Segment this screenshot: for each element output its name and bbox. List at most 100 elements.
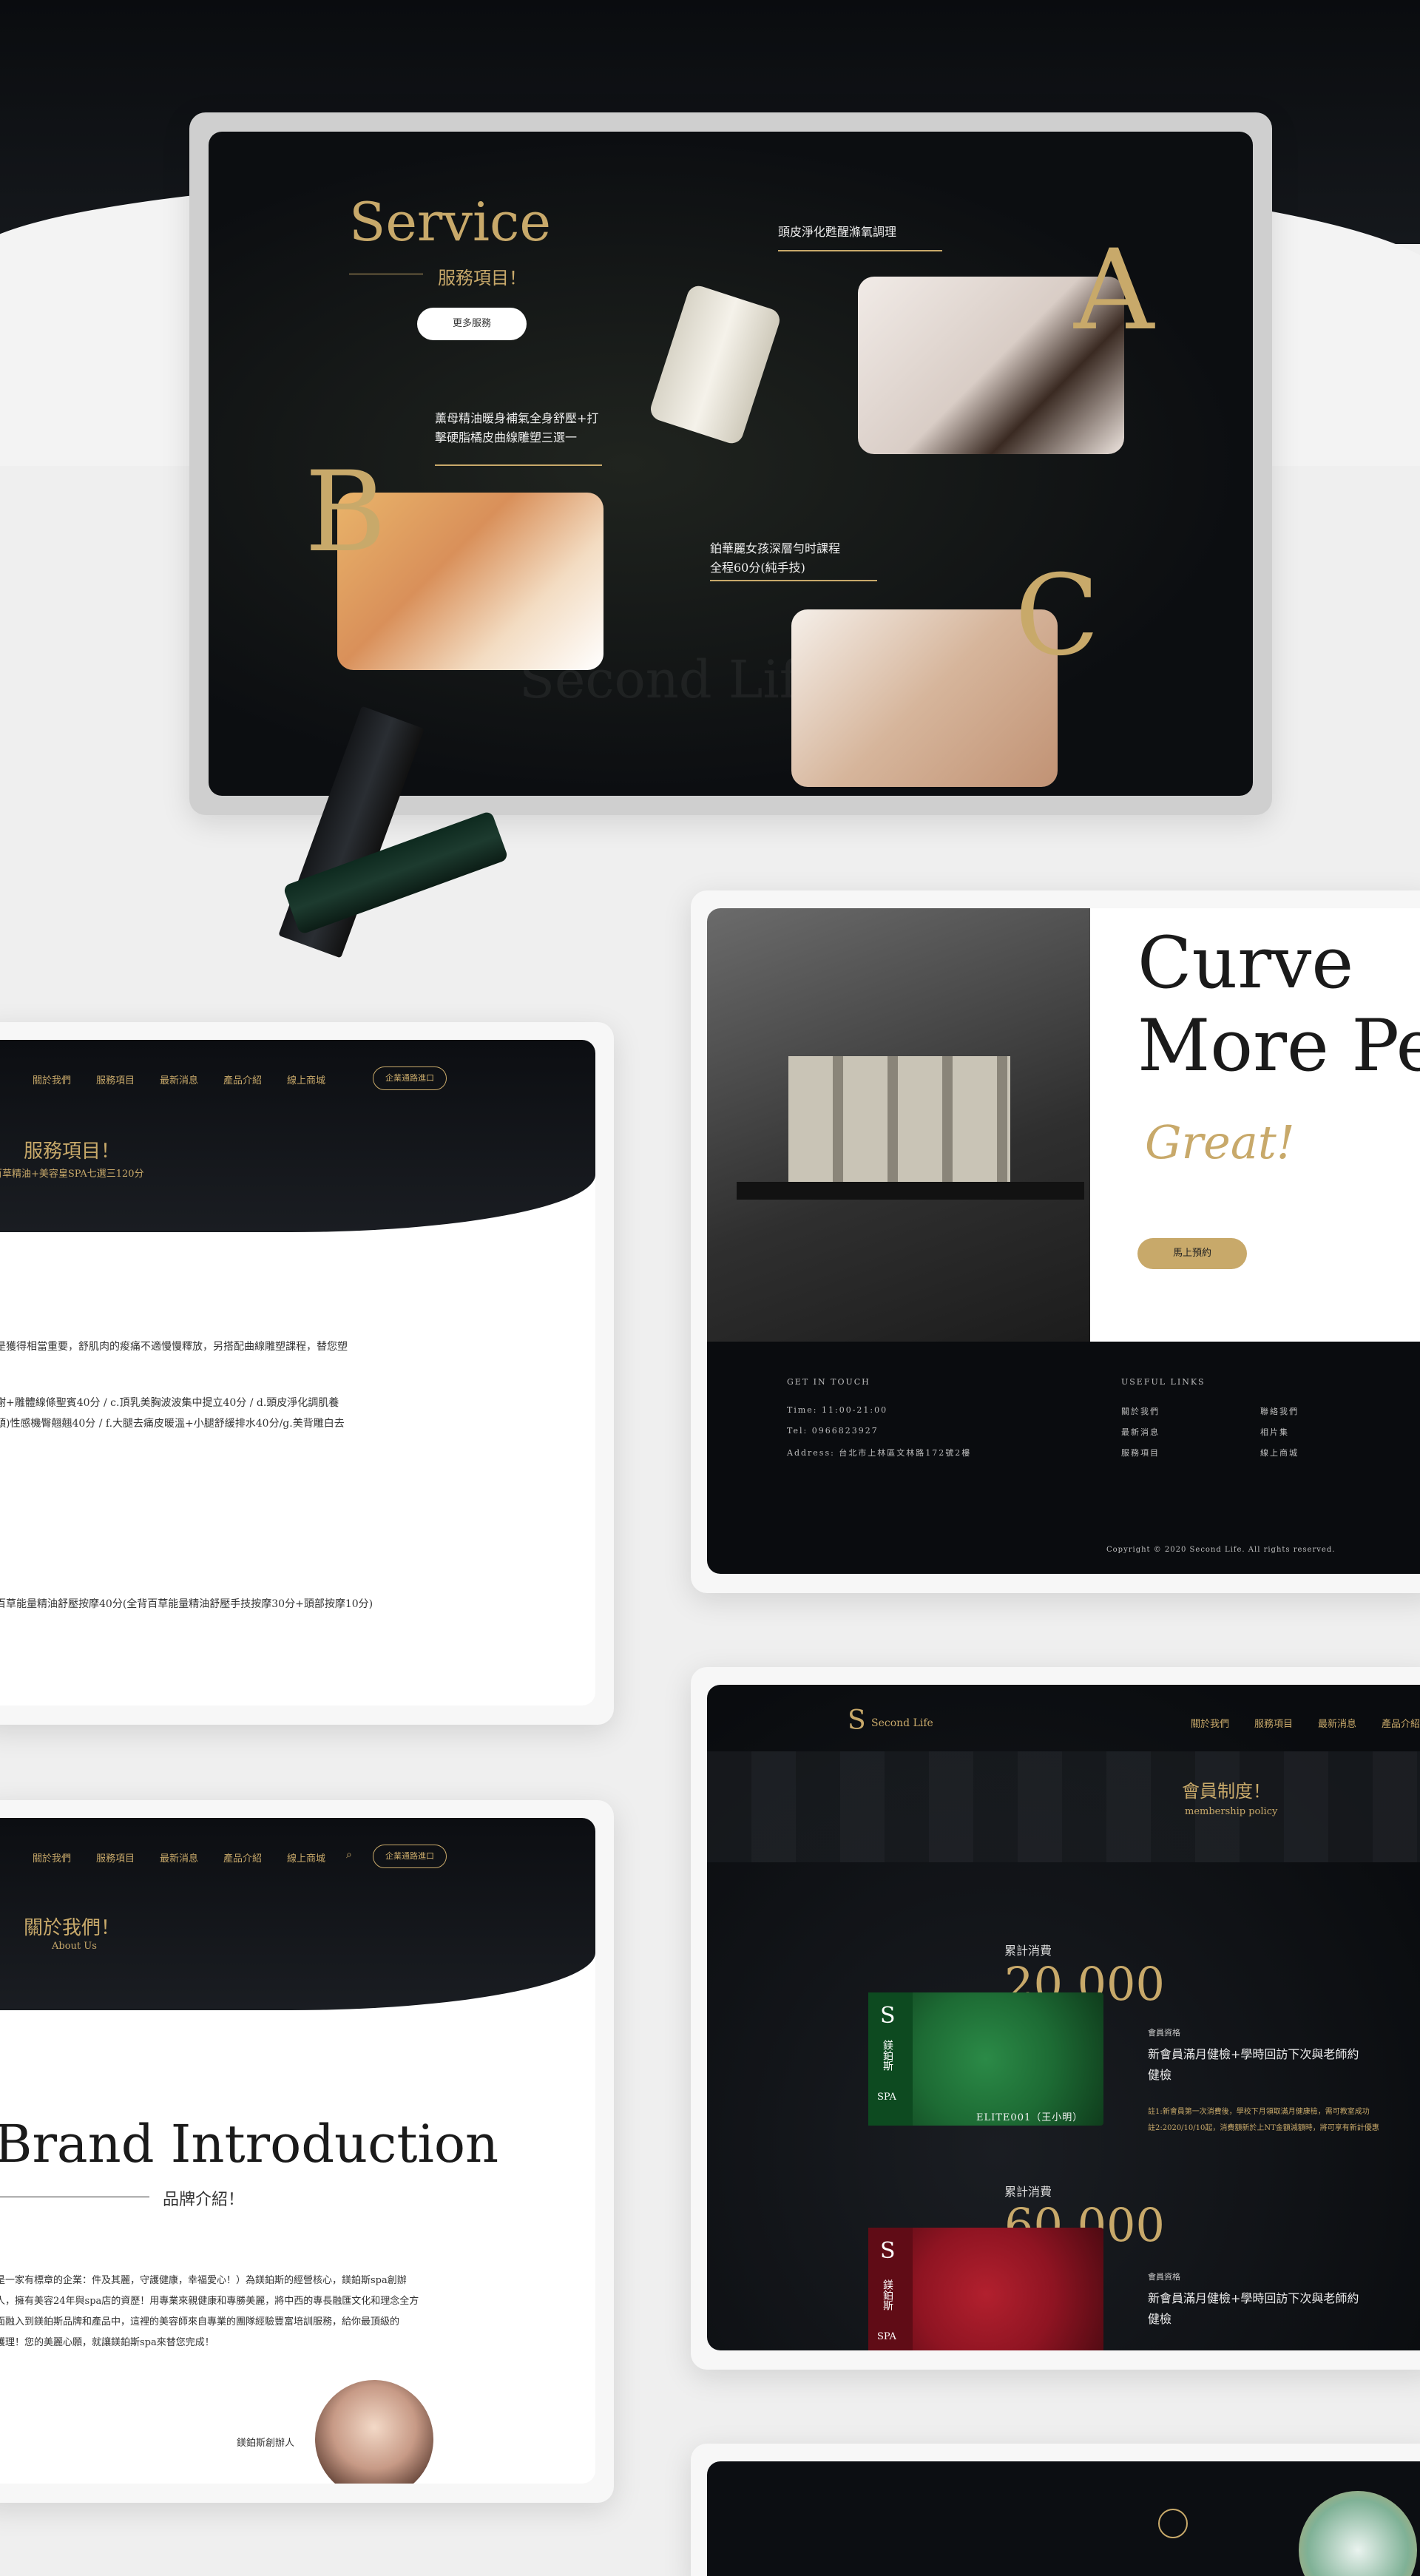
nav-services[interactable]: 服務項目 <box>96 1850 135 1865</box>
footer-address: Address: 台北市上林區文林路172號2樓 <box>787 1448 972 1458</box>
services-para-2a: 謝+雕體線條聖賓40分 / c.頂乳美胸波波集中提立40分 / d.頭皮淨化調肌… <box>0 1397 339 1409</box>
footer-link-gallery[interactable]: 相片集 <box>1260 1426 1289 1438</box>
card-logo-icon: S <box>880 2238 896 2264</box>
item-a-arrow <box>778 250 942 251</box>
brand-title: Brand Introduction <box>0 2114 499 2174</box>
nav-about[interactable]: 關於我們 <box>1191 1716 1229 1730</box>
search-icon[interactable]: ⌕ <box>346 1849 352 1861</box>
curve-headline-2: More Pe <box>1137 1004 1420 1087</box>
services-para-2b: 頭)性感機臀翹翹40分 / f.大腿去痛皮暖溫+小腿舒緩排水40分/g.美背雕白… <box>0 1418 345 1430</box>
footer-tel: Tel: 0966823927 <box>787 1426 879 1436</box>
tier1-label: 累計消費 <box>1004 1944 1052 1958</box>
card-logo-icon: S <box>880 2003 896 2029</box>
services-header-sub: 百草精油+美容皇SPA七選三120分 <box>0 1169 144 1180</box>
about-para-1: 是一家有標章的企業：件及其麗，守護健康，幸福愛心！）為鎂鉑斯的經營核心，鎂鉑斯s… <box>0 2275 407 2286</box>
curve-script: Great! <box>1145 1115 1295 1169</box>
shelf-board <box>737 1182 1084 1200</box>
tier1-note-2: 註2:2020/10/10起，消費額新於上NT金額減額時，將可享有新計優惠 <box>1148 2124 1379 2132</box>
membership-screen: S Second Life 關於我們 服務項目 最新消息 產品介紹 會員制度！ … <box>707 1685 1420 2350</box>
footer-link-contact[interactable]: 聯絡我們 <box>1260 1405 1299 1417</box>
item-b-caption-2: 擊硬脂橘皮曲線雕塑三選一 <box>435 430 578 444</box>
nav-products[interactable]: 產品介紹 <box>223 1072 262 1086</box>
service-title: Service <box>349 191 551 253</box>
membership-title: 會員制度！ <box>1182 1781 1271 1802</box>
nav-about[interactable]: 關於我們 <box>33 1072 71 1086</box>
tier2-card: S 鎂鉑斯 SPA <box>868 2228 1103 2350</box>
nav-cta-button[interactable]: 企業通路進口 <box>373 1845 447 1868</box>
tier2-card-brand: 鎂鉑斯 <box>882 2279 893 2310</box>
about-header-sub: About Us <box>52 1941 97 1952</box>
nav-shop[interactable]: 線上商城 <box>287 1072 325 1086</box>
nav-news[interactable]: 最新消息 <box>160 1072 198 1086</box>
tier1-benefit-1: 新會員滿月健檢+學時回訪下次與老師約 <box>1148 2047 1359 2061</box>
tier2-benefit-1: 新會員滿月健檢+學時回訪下次與老師約 <box>1148 2291 1359 2305</box>
about-para-4: 護理！您的美麗心願，就讓鎂鉑斯spa來替您完成！ <box>0 2337 214 2348</box>
tier1-card-brand: 鎂鉑斯 <box>882 2040 893 2071</box>
brand-subtitle: 品牌介紹！ <box>163 2191 245 2209</box>
service-screen: Second Life Service 服務項目！ 更多服務 頭皮淨化甦醒滌氧調… <box>209 132 1253 796</box>
nav-shop[interactable]: 線上商城 <box>287 1850 325 1865</box>
tier1-qual-label: 會員資格 <box>1148 2028 1180 2038</box>
nav-services[interactable]: 服務項目 <box>96 1072 135 1086</box>
nav-news[interactable]: 最新消息 <box>160 1850 198 1865</box>
services-page-screen: 關於我們 服務項目 最新消息 產品介紹 線上商城 企業通路進口 服務項目！ 百草… <box>0 1040 595 1705</box>
item-b-letter: B <box>305 448 387 577</box>
towel-banner <box>707 1751 1420 1862</box>
curve-screen: Curve More Pe Great! 馬上預約 GET IN TOUCH T… <box>707 908 1420 1574</box>
serum-bottle-image <box>647 283 783 447</box>
book-now-button[interactable]: 馬上預約 <box>1137 1238 1247 1269</box>
footer-link-about[interactable]: 關於我們 <box>1121 1405 1160 1417</box>
item-b-caption-1: 薰母精油暖身補氣全身舒壓+打 <box>435 411 599 425</box>
tier2-qual-label: 會員資格 <box>1148 2272 1180 2282</box>
curve-headline-1: Curve <box>1137 922 1354 1004</box>
item-b-arrow <box>435 464 602 466</box>
item-c-letter: C <box>1015 552 1100 680</box>
footer-copyright: Copyright © 2020 Second Life. All rights… <box>1106 1546 1336 1554</box>
founder-avatar <box>315 2380 433 2484</box>
tier2-benefit-2: 健檢 <box>1148 2312 1172 2326</box>
footer-link-services[interactable]: 服務項目 <box>1121 1447 1160 1458</box>
tier1-card-spa: SPA <box>877 2092 896 2103</box>
tier1-card-number: ELITE001（王小明） <box>976 2112 1083 2123</box>
about-para-3: 面融入到鎂鉑斯品牌和產品中，這裡的美容師來自專業的團隊經驗豐富培訓服務，給你最頂… <box>0 2316 400 2327</box>
about-page-screen: 關於我們 服務項目 最新消息 產品介紹 線上商城 ⌕ 企業通路進口 關於我們！ … <box>0 1818 595 2484</box>
tier2-card-spa: SPA <box>877 2331 896 2342</box>
nav-cta-button[interactable]: 企業通路進口 <box>373 1066 447 1090</box>
footer-touch-title: GET IN TOUCH <box>787 1377 870 1387</box>
gold-ring-decoration <box>1158 2509 1188 2538</box>
service-subtitle: 服務項目！ <box>438 268 527 288</box>
item-c-caption-2: 全程60分(純手技) <box>710 561 805 575</box>
nav-news[interactable]: 最新消息 <box>1318 1716 1356 1730</box>
tier2-label: 累計消費 <box>1004 2185 1052 2199</box>
nav-services[interactable]: 服務項目 <box>1254 1716 1293 1730</box>
item-a-letter: A <box>1074 226 1154 355</box>
tier1-note-1: 註1:新會員第一次消費後，學校下月領取滿月健康檢，需可教室成功 <box>1148 2108 1370 2116</box>
curve-footer: GET IN TOUCH Time: 11:00-21:00 Tel: 0966… <box>707 1342 1420 1574</box>
services-para-1: 是獲得相當重要，舒肌肉的痠痛不適慢慢釋放，另搭配曲線雕塑課程，替您塑 <box>0 1341 348 1353</box>
nav-products[interactable]: 產品介紹 <box>223 1850 262 1865</box>
services-header-title: 服務項目！ <box>24 1140 121 1163</box>
about-para-2: 人，擁有美容24年與spa店的資歷！用專業來親健康和專勝美麗，將中西的專長融匯文… <box>0 2296 419 2307</box>
item-c-arrow <box>710 580 877 581</box>
brand-logo-icon: S <box>848 1705 866 1736</box>
tier1-card: S 鎂鉑斯 SPA ELITE001（王小明） <box>868 1992 1103 2126</box>
founder-label: 鎂鉑斯創辦人 <box>237 2438 295 2449</box>
more-services-button[interactable]: 更多服務 <box>417 308 527 340</box>
footer-link-news[interactable]: 最新消息 <box>1121 1426 1160 1438</box>
about-header-title: 關於我們！ <box>24 1917 121 1939</box>
membership-subtitle: membership policy <box>1185 1806 1278 1817</box>
tier1-benefit-2: 健檢 <box>1148 2068 1172 2082</box>
nav-about[interactable]: 關於我們 <box>33 1850 71 1865</box>
item-a-caption: 頭皮淨化甦醒滌氧調理 <box>778 225 897 239</box>
services-para-3: 百草能量精油舒壓按摩40分(全背百草能量精油舒壓手技按摩30分+頭部按摩10分) <box>0 1598 373 1610</box>
brand-logo-text: Second Life <box>871 1717 933 1729</box>
footer-time: Time: 11:00-21:00 <box>787 1405 888 1415</box>
capsule-shelf-photo <box>707 908 1090 1342</box>
capsule-jars <box>788 1056 1010 1182</box>
footer-links-title: USEFUL LINKS <box>1121 1377 1206 1387</box>
item-c-caption-1: 鉑華麗女孩深層勻时課程 <box>710 541 841 555</box>
footer-link-shop[interactable]: 線上商城 <box>1260 1447 1299 1458</box>
plant-photo <box>1299 2491 1417 2576</box>
nav-products[interactable]: 產品介紹 <box>1382 1716 1420 1730</box>
bottom-screen <box>707 2461 1420 2576</box>
